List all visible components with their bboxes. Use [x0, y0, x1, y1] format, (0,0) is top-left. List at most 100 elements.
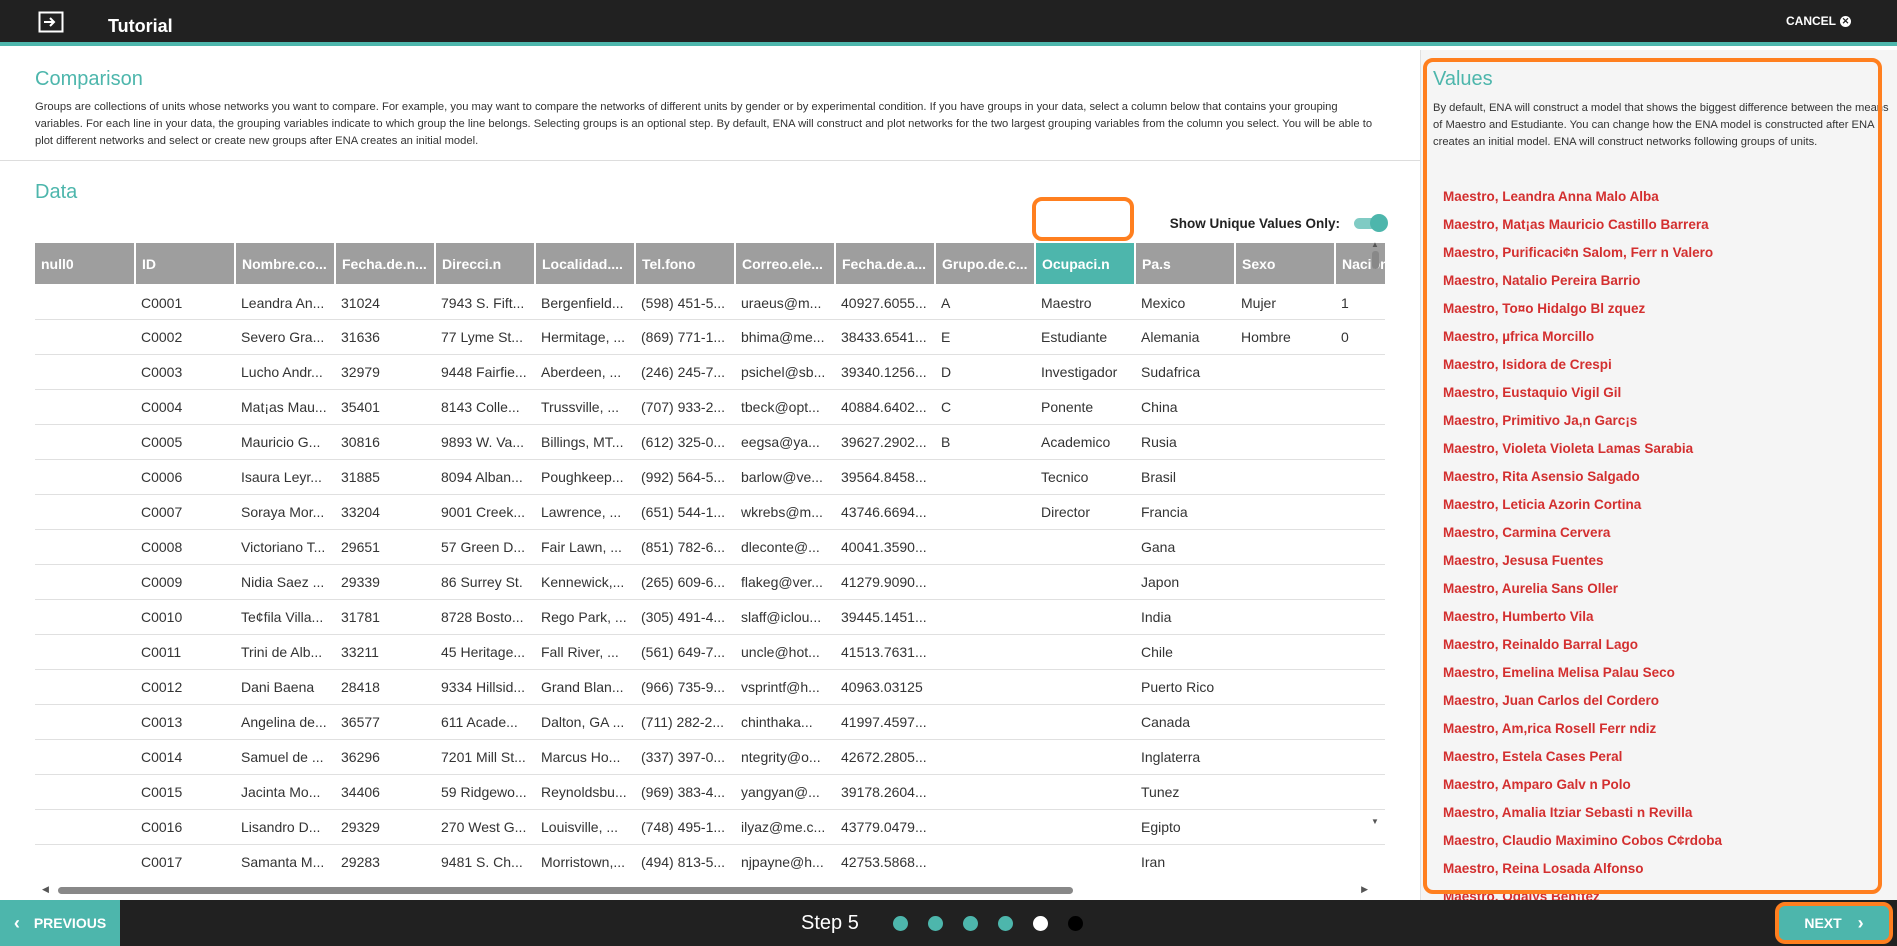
column-header[interactable]: Localidad.... [535, 243, 636, 284]
value-item[interactable]: Maestro, Amparo Galv n Polo [1443, 771, 1722, 799]
previous-button[interactable]: ‹ PREVIOUS [0, 900, 120, 946]
value-item[interactable]: Maestro, Mat¡as Mauricio Castillo Barrer… [1443, 211, 1722, 239]
table-horizontal-scrollbar[interactable]: ◀ ▶ [38, 884, 1368, 896]
step-dot[interactable] [963, 916, 978, 931]
scroll-thumb[interactable] [1371, 251, 1379, 269]
table-cell: Hermitage, ... [535, 319, 635, 355]
value-item[interactable]: Maestro, To¤o Hidalgo Bl zquez [1443, 295, 1722, 323]
column-header[interactable]: Sexo [1235, 243, 1336, 284]
next-button[interactable]: NEXT › [1775, 902, 1893, 944]
table-cell: Mexico [1135, 284, 1235, 320]
value-item[interactable]: Maestro, Jesusa Fuentes [1443, 547, 1722, 575]
value-item[interactable]: Maestro, Leticia Azorin Cortina [1443, 491, 1722, 519]
column-header[interactable]: ID [135, 243, 236, 284]
value-item[interactable]: Maestro, Am,rica Rosell Ferr ndiz [1443, 715, 1722, 743]
table-body: C0001 Leandra An... 31024 7943 S. Fift... Be… [35, 284, 1385, 873]
table-cell: Gana [1135, 529, 1235, 565]
value-item[interactable]: Maestro, Primitivo Ja,n Garc¡s [1443, 407, 1722, 435]
table-cell: 41513.7631... [835, 634, 935, 670]
value-item[interactable]: Maestro, Emelina Melisa Palau Seco [1443, 659, 1722, 687]
value-item[interactable]: Maestro, Rita Asensio Salgado [1443, 463, 1722, 491]
scroll-down-icon[interactable]: ▼ [1370, 817, 1380, 826]
table-cell: Tecnico [1035, 459, 1135, 495]
data-table-container: null0 ID Nombre.co... Fecha.de.n... Direcci.… [35, 243, 1385, 873]
value-item[interactable]: Maestro, Humberto Vila [1443, 603, 1722, 631]
column-header[interactable]: Tel.fono [635, 243, 736, 284]
column-header[interactable]: Direcci.n [435, 243, 536, 284]
table-cell [935, 739, 1035, 775]
exit-icon[interactable] [38, 11, 64, 33]
page-title: Tutorial [108, 16, 173, 36]
table-cell: Kennewick,... [535, 564, 635, 600]
horizontal-scroll-thumb[interactable] [58, 887, 1073, 894]
value-item[interactable]: Maestro, Reina Losada Alfonso [1443, 855, 1722, 883]
table-cell [1235, 459, 1335, 495]
table-cell: Victoriano T... [235, 529, 335, 565]
table-cell [1235, 704, 1335, 740]
scroll-up-icon[interactable]: ▲ [1370, 240, 1380, 249]
value-item[interactable]: Maestro, Violeta Violeta Lamas Sarabia [1443, 435, 1722, 463]
step-label: Step 5 [801, 912, 859, 934]
table-cell: 39564.8458... [835, 459, 935, 495]
cancel-button[interactable]: CANCEL ✕ [1786, 14, 1851, 28]
value-item[interactable]: Maestro, Claudio Maximino Cobos C¢rdoba [1443, 827, 1722, 855]
table-cell [1035, 669, 1135, 705]
table-cell: bhima@me... [735, 319, 835, 355]
column-header[interactable]: Fecha.de.a... [835, 243, 936, 284]
table-cell: 40884.6402... [835, 389, 935, 425]
table-cell: 41997.4597... [835, 704, 935, 740]
value-item[interactable]: Maestro, Estela Cases Peral [1443, 743, 1722, 771]
table-cell: njpayne@h... [735, 844, 835, 873]
column-header[interactable]: null0 [35, 243, 136, 284]
column-header[interactable]: Ocupaci.n [1035, 243, 1136, 284]
table-cell [1035, 564, 1135, 600]
table-cell: 30816 [335, 424, 435, 460]
value-item[interactable]: Maestro, Reinaldo Barral Lago [1443, 631, 1722, 659]
value-item[interactable]: Maestro, Purificaci¢n Salom, Ferr n Vale… [1443, 239, 1722, 267]
scroll-right-icon[interactable]: ▶ [1361, 884, 1368, 895]
table-cell: C0005 [135, 424, 235, 460]
unique-values-switch[interactable] [1354, 214, 1388, 232]
column-header[interactable]: Pa.s [1135, 243, 1236, 284]
value-item[interactable]: Maestro, Leandra Anna Malo Alba [1443, 183, 1722, 211]
table-row: C0003 Lucho Andr... 32979 9448 Fairfie... Ab… [35, 354, 1385, 390]
value-item[interactable]: Maestro, Juan Carlos del Cordero [1443, 687, 1722, 715]
table-row: C0014 Samuel de ... 36296 7201 Mill St... Ma… [35, 739, 1385, 775]
table-cell: Isaura Leyr... [235, 459, 335, 495]
column-header[interactable]: Correo.ele... [735, 243, 836, 284]
step-dot[interactable] [1068, 916, 1083, 931]
cancel-label: CANCEL [1786, 14, 1836, 28]
value-item[interactable]: Maestro, Carmina Cervera [1443, 519, 1722, 547]
value-item[interactable]: Maestro, Isidora de Crespi [1443, 351, 1722, 379]
table-cell: dleconte@... [735, 529, 835, 565]
value-item[interactable]: Maestro, µfrica Morcillo [1443, 323, 1722, 351]
column-header[interactable]: Nombre.co... [235, 243, 336, 284]
step-indicator [893, 916, 1083, 931]
step-dot[interactable] [998, 916, 1013, 931]
table-cell [935, 844, 1035, 873]
table-cell [1035, 529, 1135, 565]
step-dot[interactable] [1033, 916, 1048, 931]
table-vertical-scrollbar[interactable]: ▲ ▼ [1370, 240, 1380, 826]
value-item[interactable]: Maestro, Odalys Ben¡tez [1443, 883, 1722, 900]
value-item[interactable]: Maestro, Aurelia Sans Oller [1443, 575, 1722, 603]
table-cell: ntegrity@o... [735, 739, 835, 775]
table-cell: 34406 [335, 774, 435, 810]
value-item[interactable]: Maestro, Eustaquio Vigil Gil [1443, 379, 1722, 407]
scroll-left-icon[interactable]: ◀ [42, 884, 49, 895]
value-item[interactable]: Maestro, Amalia Itziar Sebasti n Revilla [1443, 799, 1722, 827]
table-cell [1235, 809, 1335, 845]
table-cell: C0016 [135, 809, 235, 845]
table-cell: Rego Park, ... [535, 599, 635, 635]
table-cell: 9334 Hillsid... [435, 669, 535, 705]
table-cell: 8143 Colle... [435, 389, 535, 425]
step-dot[interactable] [928, 916, 943, 931]
column-header[interactable]: Fecha.de.n... [335, 243, 436, 284]
column-header[interactable]: Grupo.de.c... [935, 243, 1036, 284]
table-cell: C0009 [135, 564, 235, 600]
table-cell: 33211 [335, 634, 435, 670]
value-item[interactable]: Maestro, Natalio Pereira Barrio [1443, 267, 1722, 295]
table-cell: slaff@iclou... [735, 599, 835, 635]
table-cell: C0014 [135, 739, 235, 775]
step-dot[interactable] [893, 916, 908, 931]
